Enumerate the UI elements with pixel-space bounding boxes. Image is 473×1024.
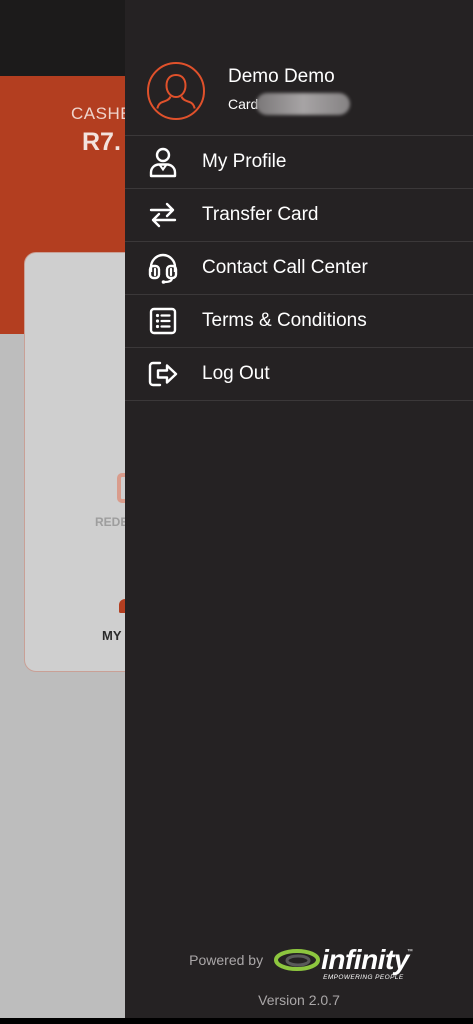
powered-by-footer: Powered by infinity ™ EMPOWERING PEOPLE xyxy=(125,940,473,981)
avatar-icon xyxy=(147,62,205,120)
menu-item-transfer-card[interactable]: Transfer Card xyxy=(125,189,473,242)
background-balance-label: CASHE xyxy=(71,104,133,123)
card-number-redacted xyxy=(256,93,351,115)
menu-item-my-profile[interactable]: My Profile xyxy=(125,136,473,189)
user-name: Demo Demo xyxy=(228,66,335,87)
app-version: Version 2.0.7 xyxy=(258,992,340,1008)
menu-item-terms-conditions[interactable]: Terms & Conditions xyxy=(125,295,473,348)
logout-icon xyxy=(147,358,179,390)
transfer-arrows-icon xyxy=(147,199,179,231)
screen: CASHE R7. REDE MY Demo Demo Card My Prof… xyxy=(0,0,473,1024)
menu-item-label: Contact Call Center xyxy=(202,257,368,278)
powered-by-text: Powered by xyxy=(189,952,264,968)
infinity-swoosh-icon xyxy=(274,949,321,971)
logo-tagline: EMPOWERING PEOPLE xyxy=(323,973,404,981)
headset-icon xyxy=(147,252,179,284)
menu-item-contact-call-center[interactable]: Contact Call Center xyxy=(125,242,473,295)
infinity-logo: infinity ™ EMPOWERING PEOPLE xyxy=(273,943,413,981)
list-document-icon xyxy=(147,305,179,337)
menu-item-label: Terms & Conditions xyxy=(202,310,367,331)
drawer-profile-header: Demo Demo Card xyxy=(125,0,473,136)
menu-item-log-out[interactable]: Log Out xyxy=(125,348,473,401)
person-icon xyxy=(147,146,179,178)
navigation-bar xyxy=(0,1018,473,1024)
menu-item-label: Transfer Card xyxy=(202,204,319,225)
drawer-menu: My Profile Transfer Card Contact Call Ce… xyxy=(125,136,473,401)
navigation-drawer: Demo Demo Card My Profile Transfer Card … xyxy=(125,0,473,1018)
menu-item-label: My Profile xyxy=(202,151,287,172)
card-number-row: Card xyxy=(228,93,351,115)
background-my-label: MY xyxy=(102,628,122,643)
background-balance-value: R7. xyxy=(82,128,121,156)
logo-wordmark: infinity xyxy=(321,943,409,975)
logo-trademark: ™ xyxy=(406,948,413,955)
menu-item-label: Log Out xyxy=(202,363,270,384)
card-label: Card xyxy=(228,96,259,112)
background-redeem-label: REDE xyxy=(95,515,129,529)
